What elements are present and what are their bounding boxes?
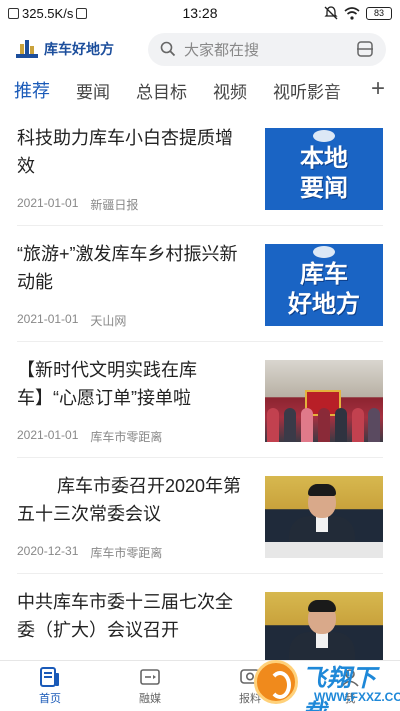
news-date: 2021-01-01 [17, 196, 79, 210]
nav-home[interactable]: 首页 [0, 661, 100, 711]
person [301, 408, 314, 442]
tab-news[interactable]: 要闻 [76, 78, 110, 103]
person [351, 408, 364, 442]
news-meta: 2021-01-01 天山网 [17, 312, 126, 329]
app-logo[interactable]: 库车好地方 [14, 38, 142, 60]
media-icon [140, 668, 160, 685]
official-hair [308, 484, 336, 496]
search-icon [160, 41, 176, 57]
person [317, 408, 330, 442]
tab-general-goal[interactable]: 总目标 [136, 78, 187, 103]
news-date: 2021-01-01 [17, 312, 79, 326]
news-meta: 2020-12-31 库车市零距离 [17, 544, 162, 561]
tab-video[interactable]: 视频 [213, 78, 247, 103]
thumbnail-title: 本地 要闻 [300, 145, 348, 202]
news-thumbnail: 本地 要闻 [265, 128, 383, 210]
news-item[interactable]: 【新时代文明实践在库车】“心愿订单”接单啦 2021-01-01 库车市零距离 [17, 342, 383, 458]
search-input[interactable]: 大家都在搜 [148, 32, 386, 66]
search-placeholder: 大家都在搜 [184, 41, 260, 59]
person [267, 408, 280, 442]
status-bar: 325.5K/s 13:28 83 [0, 0, 400, 26]
group-people [265, 402, 383, 442]
news-source: 库车市零距离 [90, 430, 163, 444]
official-collar [316, 516, 328, 532]
status-time: 13:28 [182, 5, 218, 21]
tab-recommend[interactable]: 推荐 [14, 77, 50, 103]
channel-tabs: 推荐 要闻 总目标 视频 视听影音 + [0, 72, 400, 108]
news-date: 2020-12-31 [17, 544, 79, 558]
news-item[interactable]: 科技助力库车小白杏提质增效 2021-01-01 新疆日报 本地 要闻 [17, 110, 383, 226]
nav-label: 首页 [39, 692, 61, 705]
home-news-icon [40, 666, 59, 687]
watermark: 飞翔下载 WWW.FXXZ.COM [252, 652, 400, 711]
official-hair [308, 600, 336, 612]
nav-media[interactable]: 融媒 [100, 661, 200, 711]
news-item[interactable]: 库车市委召开2020年第五十三次常委会议 2020-12-31 库车市零距离 [17, 458, 383, 574]
news-source: 库车市零距离 [90, 546, 163, 560]
logo-building-icon [16, 40, 38, 58]
news-thumbnail [265, 360, 383, 442]
news-title: 【新时代文明实践在库车】“心愿订单”接单啦 [17, 360, 197, 408]
nav-label: 融媒 [139, 692, 161, 705]
emblem-icon [313, 130, 335, 142]
app-name: 库车好地方 [44, 41, 114, 57]
news-source: 天山网 [90, 314, 127, 328]
person [368, 408, 381, 442]
news-item[interactable]: “旅游+”激发库车乡村振兴新动能 2021-01-01 天山网 库车 好地方 [17, 226, 383, 342]
emblem-icon [313, 246, 335, 258]
person [284, 408, 297, 442]
news-title: 中共库车市委十三届七次全委（扩大）会议召开 [17, 592, 233, 640]
news-date: 2021-01-01 [17, 428, 79, 442]
desk [265, 542, 383, 558]
news-meta: 2021-01-01 库车市零距离 [17, 428, 162, 445]
thumbnail-title: 库车 好地方 [288, 261, 360, 318]
news-title: “旅游+”激发库车乡村振兴新动能 [17, 244, 238, 292]
person [334, 408, 347, 442]
app-header: 库车好地方 大家都在搜 [0, 26, 400, 72]
watermark-logo-icon [254, 660, 298, 704]
news-list: 科技助力库车小白杏提质增效 2021-01-01 新疆日报 本地 要闻 “旅游+… [0, 110, 400, 690]
news-source: 新疆日报 [90, 198, 139, 212]
watermark-url: WWW.FXXZ.COM [314, 690, 400, 704]
scan-icon[interactable] [356, 40, 374, 58]
news-title: 库车市委召开2020年第五十三次常委会议 [17, 476, 242, 524]
add-channel-icon[interactable]: + [368, 76, 388, 102]
tabs-fade [330, 72, 370, 108]
official-collar [316, 632, 328, 648]
news-thumbnail [265, 476, 383, 558]
news-meta: 2021-01-01 新疆日报 [17, 196, 138, 213]
news-thumbnail: 库车 好地方 [265, 244, 383, 326]
news-title: 科技助力库车小白杏提质增效 [17, 128, 233, 176]
